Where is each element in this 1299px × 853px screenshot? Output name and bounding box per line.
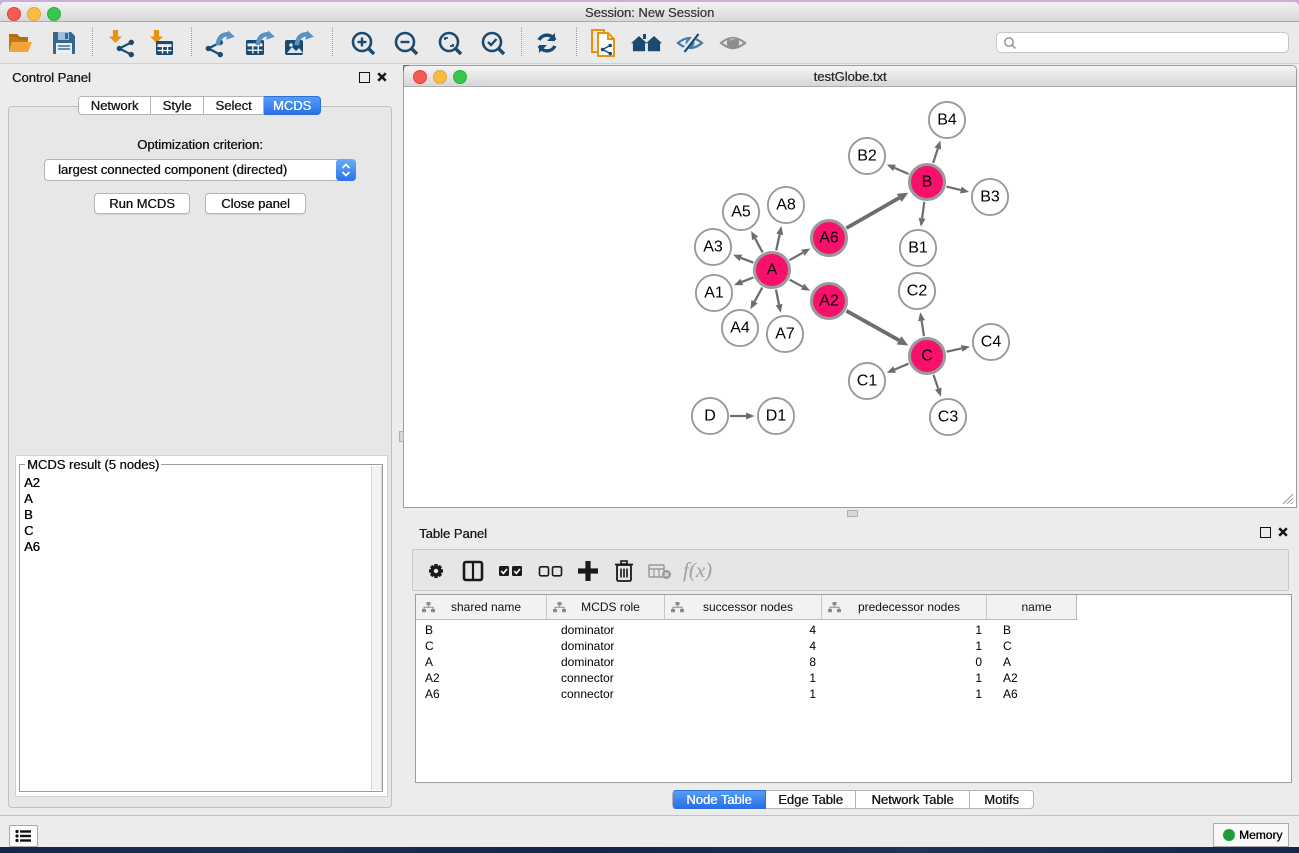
- svg-text:A8: A8: [776, 197, 796, 214]
- svg-text:C: C: [921, 348, 933, 365]
- svg-text:A: A: [767, 262, 778, 279]
- svg-text:C1: C1: [857, 373, 878, 390]
- svg-text:C2: C2: [907, 283, 928, 300]
- svg-text:A3: A3: [703, 239, 723, 256]
- svg-text:A1: A1: [704, 285, 724, 302]
- svg-text:A6: A6: [819, 230, 839, 247]
- svg-text:B2: B2: [857, 148, 877, 165]
- svg-text:B1: B1: [908, 240, 928, 257]
- svg-text:A7: A7: [775, 326, 795, 343]
- svg-text:C4: C4: [981, 334, 1002, 351]
- svg-text:B: B: [922, 174, 933, 191]
- svg-text:A2: A2: [819, 293, 839, 310]
- svg-text:B3: B3: [980, 189, 1000, 206]
- svg-text:A4: A4: [730, 320, 750, 337]
- svg-text:B4: B4: [937, 112, 957, 129]
- svg-text:A5: A5: [731, 204, 751, 221]
- svg-text:C3: C3: [938, 409, 959, 426]
- svg-text:D: D: [704, 408, 716, 425]
- svg-text:D1: D1: [766, 408, 787, 425]
